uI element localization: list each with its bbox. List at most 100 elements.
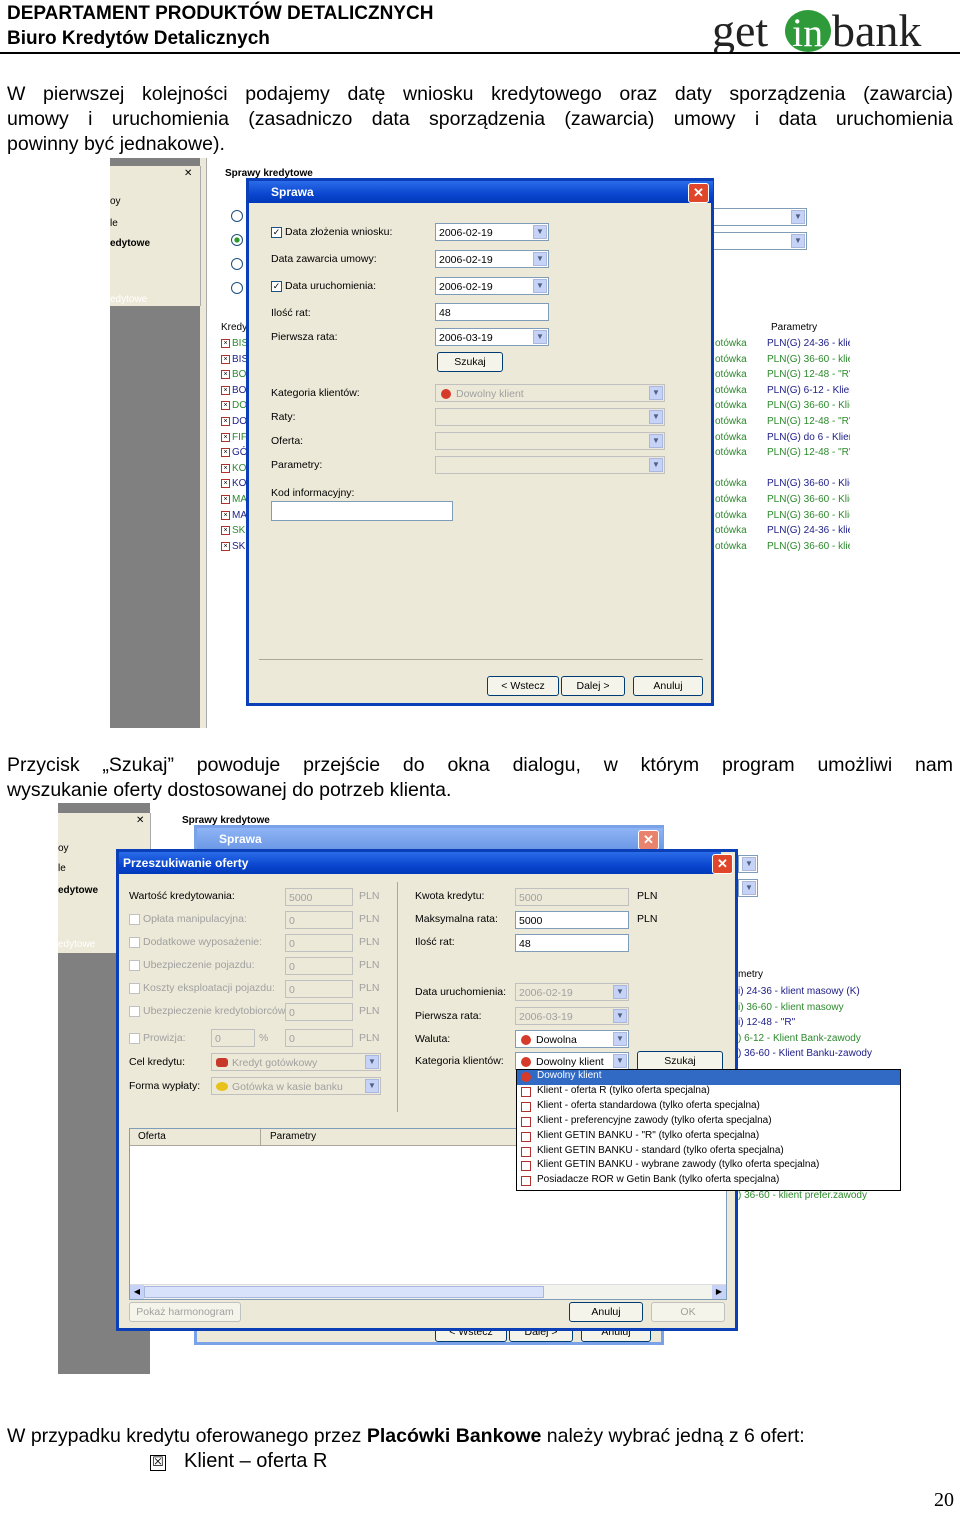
offer-row-type[interactable]: otówka — [715, 510, 747, 521]
sidebar-item[interactable]: edytowe — [110, 294, 147, 305]
dropdown-option[interactable]: Klient GETIN BANKU - "R" (tylko oferta s… — [517, 1130, 900, 1145]
checkbox-option[interactable] — [129, 983, 140, 994]
sidebar-item[interactable]: edytowe — [58, 885, 98, 896]
parameter-input[interactable]: 5000 — [515, 911, 629, 929]
background-offer-row[interactable]: ) 36-60 - Klient Banku-zawody — [738, 1048, 872, 1059]
date-field-pierwsza-rata[interactable]: 2006-03-19 ▼ — [515, 1007, 629, 1025]
offer-row-code[interactable]: SK — [232, 541, 245, 552]
offer-row-type[interactable]: otówka — [715, 541, 747, 552]
checkbox-option[interactable] — [129, 937, 140, 948]
wstecz-button[interactable]: < Wstecz — [487, 676, 559, 696]
offer-row-type[interactable]: otówka — [715, 432, 747, 443]
date-field-uruchomienia[interactable]: 2006-02-19 ▼ — [435, 277, 549, 295]
background-offer-row[interactable]: i) 36-60 - klient masowy — [738, 1002, 844, 1013]
offer-row-code[interactable]: DO — [232, 400, 247, 411]
offer-row-type[interactable]: otówka — [715, 525, 747, 536]
offer-row-param[interactable]: PLN(G) do 6 - Klien — [767, 432, 850, 443]
offer-row-type[interactable]: otówka — [715, 369, 747, 380]
select-oferta[interactable]: ▼ — [435, 432, 665, 450]
szukaj-button[interactable]: Szukaj — [637, 1051, 723, 1071]
pokaz-harmonogram-button[interactable]: Pokaż harmonogram — [129, 1302, 241, 1322]
column-header-parametry[interactable]: Parametry — [270, 1131, 316, 1142]
offer-row-param[interactable]: PLN(G) 12-48 - "R" — [767, 369, 850, 380]
parameter-input[interactable]: 48 — [515, 934, 629, 952]
dropdown-option[interactable]: Posiadacze ROR w Getin Bank (tylko ofert… — [517, 1174, 900, 1189]
offer-row-param[interactable]: PLN(G) 36-60 - Klie — [767, 494, 850, 505]
offer-row-param[interactable]: PLN(G) 36-60 - klie — [767, 354, 850, 365]
close-icon[interactable]: ✕ — [638, 830, 659, 850]
sidebar-item[interactable]: oy — [58, 843, 69, 854]
background-dropdown[interactable]: ▼ — [738, 855, 758, 873]
offer-row-param[interactable]: PLN(G) 36-60 - Klie — [767, 510, 850, 521]
horizontal-scrollbar[interactable]: ◀ ▶ — [130, 1284, 726, 1299]
offer-row-code[interactable]: KO — [232, 463, 246, 474]
background-offer-row[interactable]: ) 6-12 - Klient Bank-zawody — [738, 1033, 861, 1044]
close-icon[interactable]: ✕ — [688, 183, 709, 203]
offer-row-code[interactable]: FIF — [232, 432, 247, 443]
scroll-right-icon[interactable]: ▶ — [712, 1285, 726, 1299]
sidebar-item[interactable]: le — [58, 863, 66, 874]
select-waluta[interactable]: Dowolna ▼ — [515, 1030, 629, 1048]
date-field-pierwsza-rata[interactable]: 2006-03-19 ▼ — [435, 328, 549, 346]
sidebar-item[interactable]: edytowe — [58, 939, 95, 950]
checkbox-option[interactable] — [129, 1006, 140, 1017]
select-parametry[interactable]: ▼ — [435, 456, 665, 474]
offer-row-code[interactable]: MA — [232, 510, 247, 521]
anuluj-button[interactable]: Anuluj — [633, 676, 703, 696]
date-field-zlozenia[interactable]: 2006-02-19 ▼ — [435, 223, 549, 241]
offer-row-type[interactable]: otówka — [715, 338, 747, 349]
ok-button[interactable]: OK — [651, 1302, 725, 1322]
background-offer-row[interactable]: ) 36-60 - klient prefer.zawody — [738, 1190, 867, 1201]
checkbox-option[interactable] — [129, 914, 140, 925]
offer-row-code[interactable]: DO — [232, 416, 247, 427]
parameter-input[interactable]: 5000 — [515, 888, 629, 906]
parameter-input[interactable]: 5000 — [285, 888, 353, 906]
checkbox-data-zlozenia[interactable]: ✓ — [271, 227, 282, 238]
offer-row-param[interactable]: PLN(G) 12-48 - "R" — [767, 447, 850, 458]
input-kod[interactable] — [271, 501, 453, 521]
scroll-left-icon[interactable]: ◀ — [130, 1285, 144, 1299]
select-raty[interactable]: ▼ — [435, 408, 665, 426]
offer-row-param[interactable]: PLN(G) 24-36 - klie — [767, 338, 850, 349]
offer-row-type[interactable]: otówka — [715, 400, 747, 411]
offer-row-type[interactable]: otówka — [715, 354, 747, 365]
offer-row-code[interactable]: MA — [232, 494, 247, 505]
background-offer-row[interactable]: i) 12-48 - "R" — [738, 1017, 795, 1028]
offer-row-param[interactable]: PLN(G) 6-12 - Klien — [767, 385, 850, 396]
anuluj-button[interactable]: Anuluj — [569, 1302, 643, 1322]
sidebar-item[interactable]: oy — [110, 196, 121, 207]
column-header-oferta[interactable]: Oferta — [138, 1131, 166, 1142]
offer-row-code[interactable]: SK — [232, 525, 245, 536]
dropdown-option[interactable]: Klient - oferta R (tylko oferta specjaln… — [517, 1085, 900, 1100]
offer-row-param[interactable]: PLN(G) 36-60 - Klie — [767, 478, 850, 489]
background-dropdown[interactable]: ▼ — [738, 879, 758, 897]
radio-option[interactable] — [231, 282, 243, 294]
checkbox-data-uruchomienia[interactable]: ✓ — [271, 281, 282, 292]
offer-row-type[interactable]: otówka — [715, 385, 747, 396]
offer-row-type[interactable]: otówka — [715, 447, 747, 458]
close-icon[interactable]: ✕ — [136, 815, 144, 826]
input-ilosc-rat[interactable]: 48 — [435, 303, 549, 321]
select-kategoria[interactable]: Dowolny klient ▼ — [435, 384, 665, 402]
offer-row-code[interactable]: KO — [232, 478, 246, 489]
parameter-input[interactable]: 0 — [285, 957, 353, 975]
dropdown-option[interactable]: Klient - preferencyjne zawody (tylko ofe… — [517, 1115, 900, 1130]
select-forma-wyplaty[interactable]: Gotówka w kasie banku ▼ — [211, 1077, 381, 1095]
dropdown-option[interactable]: Klient GETIN BANKU - wybrane zawody (tyl… — [517, 1159, 900, 1174]
close-icon[interactable]: ✕ — [184, 168, 192, 179]
offer-row-param[interactable]: PLN(G) 12-48 - "R" — [767, 416, 850, 427]
sidebar-item[interactable]: le — [110, 218, 118, 229]
offer-row-code[interactable]: BO — [232, 369, 246, 380]
select-kategoria[interactable]: Dowolny klient ▼ — [515, 1052, 629, 1070]
dalej-button[interactable]: Dalej > — [561, 676, 625, 696]
radio-option[interactable] — [231, 210, 243, 222]
offer-row-param[interactable]: PLN(G) 36-60 - klie — [767, 541, 850, 552]
radio-option[interactable] — [231, 258, 243, 270]
input-prowizja-percent[interactable]: 0 — [211, 1029, 255, 1047]
szukaj-button[interactable]: Szukaj — [437, 352, 503, 372]
sidebar-item[interactable]: edytowe — [110, 238, 150, 249]
parameter-input[interactable]: 0 — [285, 934, 353, 952]
background-dropdown[interactable]: ▼ — [707, 208, 807, 226]
checkbox-prowizja[interactable] — [129, 1033, 140, 1044]
parameter-input[interactable]: 0 — [285, 980, 353, 998]
